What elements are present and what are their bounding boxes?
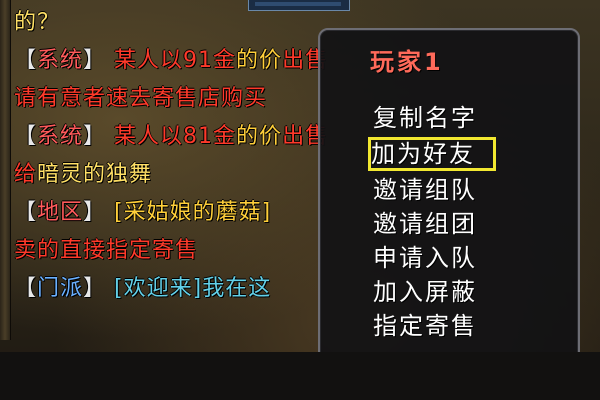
menu-item-consign[interactable]: 指定寄售 [370,310,504,344]
player-context-menu: 玩家1 复制名字 加为好友 邀请组队 邀请组团 申请入队 加入屏蔽 指定寄售 [318,28,580,362]
chat-line[interactable]: 【系统】 某人以91金的价出售 [14,42,328,80]
channel-tag-region[interactable]: 地区 [37,200,83,225]
chat-line: 的？ [14,10,61,35]
channel-tag-system[interactable]: 系统 [37,48,83,73]
bottom-dark-band [0,352,600,400]
chat-line[interactable]: 【系统】 某人以81金的价出售 [14,118,328,156]
chat-line: 请有意者速去寄售店购买 [14,86,268,111]
channel-tag-system[interactable]: 系统 [37,124,83,149]
chat-line: 卖的直接指定寄售 [14,238,199,263]
chat-line[interactable]: 【门派】 [欢迎来]我在这 [14,270,271,308]
menu-item-request-join[interactable]: 申请入队 [370,242,504,276]
player-name-link[interactable]: [欢迎来] [114,276,202,301]
menu-item-block[interactable]: 加入屏蔽 [370,276,504,310]
chat-scrollbar[interactable] [0,0,11,340]
chat-line[interactable]: 【地区】 [采姑娘的蘑菇] [14,194,271,232]
menu-item-invite-team[interactable]: 邀请组队 [370,174,504,208]
player-name-link[interactable]: 暗灵的独舞 [37,162,152,187]
channel-tag-sect[interactable]: 门派 [37,276,83,301]
menu-item-copy-name[interactable]: 复制名字 [370,102,504,136]
menu-item-invite-group[interactable]: 邀请组团 [370,208,504,242]
menu-item-add-friend[interactable]: 加为好友 [368,137,496,171]
menu-title: 玩家1 [370,48,444,76]
game-screen: 的？ 【系统】 某人以91金的价出售 请有意者速去寄售店购买 【系统】 某人以8… [0,0,600,400]
chat-line[interactable]: 给暗灵的独舞 [14,156,152,194]
player-name-link[interactable]: [采姑娘的蘑菇] [114,200,271,225]
